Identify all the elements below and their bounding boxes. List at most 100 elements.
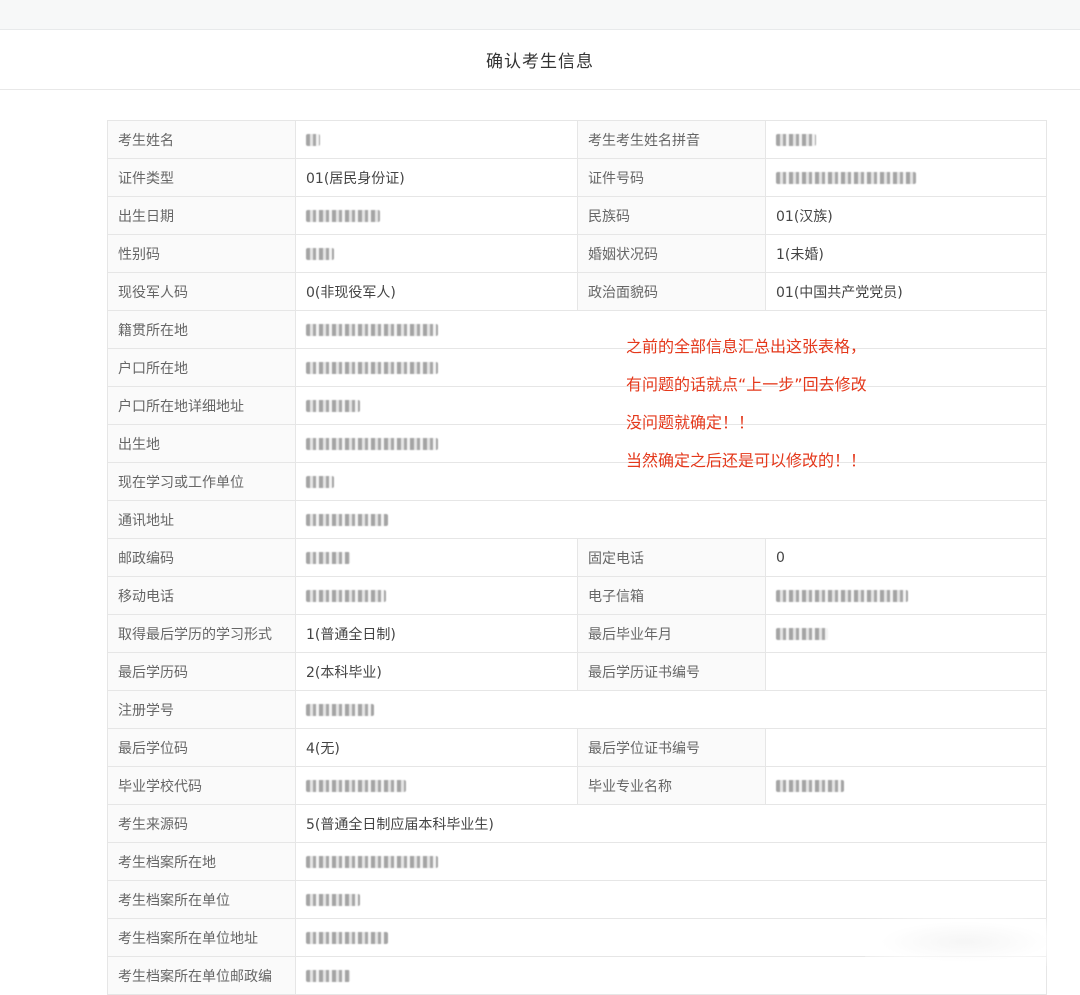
redacted-value — [306, 437, 438, 450]
field-label: 性别码 — [107, 234, 296, 273]
redacted-value — [306, 893, 360, 906]
field-value: 1(普通全日制) — [295, 614, 578, 653]
field-label: 民族码 — [577, 196, 766, 235]
field-label: 固定电话 — [577, 538, 766, 577]
field-label: 移动电话 — [107, 576, 296, 615]
field-value: 4(无) — [295, 728, 578, 767]
field-label: 现在学习或工作单位 — [107, 462, 296, 501]
blur-patch — [865, 918, 1065, 966]
field-value — [295, 576, 578, 615]
redacted-value — [306, 931, 388, 944]
redacted-value — [776, 133, 816, 146]
field-label: 证件号码 — [577, 158, 766, 197]
field-label: 毕业学校代码 — [107, 766, 296, 805]
table-row: 通讯地址 — [107, 500, 1047, 539]
field-label: 最后学历证书编号 — [577, 652, 766, 691]
redacted-value — [306, 247, 334, 260]
table-row: 移动电话 电子信箱 — [107, 576, 1047, 615]
field-label: 证件类型 — [107, 158, 296, 197]
redacted-value — [306, 779, 406, 792]
table-row: 邮政编码 固定电话 0 — [107, 538, 1047, 577]
field-value — [765, 766, 1047, 805]
field-value — [295, 196, 578, 235]
field-value: 0 — [765, 538, 1047, 577]
annotation-line: 之前的全部信息汇总出这张表格， — [626, 337, 867, 356]
table-row: 考生来源码 5(普通全日制应届本科毕业生) — [107, 804, 1047, 843]
field-value — [295, 766, 578, 805]
redacted-value — [776, 589, 908, 602]
table-row: 最后学历码 2(本科毕业) 最后学历证书编号 — [107, 652, 1047, 691]
redacted-value — [306, 323, 438, 336]
redacted-value — [776, 779, 844, 792]
field-label: 最后学位码 — [107, 728, 296, 767]
page-title: 确认考生信息 — [486, 52, 594, 72]
field-label: 婚姻状况码 — [577, 234, 766, 273]
field-label: 出生日期 — [107, 196, 296, 235]
redacted-value — [306, 399, 360, 412]
field-value — [765, 728, 1047, 767]
field-label: 取得最后学历的学习形式 — [107, 614, 296, 653]
field-value: 01(汉族) — [765, 196, 1047, 235]
table-row: 性别码 婚姻状况码 1(未婚) — [107, 234, 1047, 273]
field-value: 2(本科毕业) — [295, 652, 578, 691]
annotation: 之前的全部信息汇总出这张表格， 有问题的话就点“上一步”回去修改 没问题就确定！… — [626, 328, 1026, 480]
redacted-value — [306, 513, 388, 526]
field-value: 1(未婚) — [765, 234, 1047, 273]
table-row: 注册学号 — [107, 690, 1047, 729]
field-value — [295, 120, 578, 159]
redacted-value — [306, 551, 350, 564]
field-label: 考生档案所在单位 — [107, 880, 296, 919]
table-row: 出生日期 民族码 01(汉族) — [107, 196, 1047, 235]
redacted-value — [306, 209, 380, 222]
field-value: 01(居民身份证) — [295, 158, 578, 197]
top-strip — [0, 0, 1080, 30]
field-value: 0(非现役军人) — [295, 272, 578, 311]
field-label: 籍贯所在地 — [107, 310, 296, 349]
field-value — [295, 234, 578, 273]
field-value — [295, 880, 1047, 919]
field-label: 邮政编码 — [107, 538, 296, 577]
table-row: 考生档案所在单位 — [107, 880, 1047, 919]
table-row: 毕业学校代码 毕业专业名称 — [107, 766, 1047, 805]
redacted-value — [776, 627, 828, 640]
field-value — [295, 538, 578, 577]
field-label: 电子信箱 — [577, 576, 766, 615]
field-label: 注册学号 — [107, 690, 296, 729]
table-row: 现役军人码 0(非现役军人) 政治面貌码 01(中国共产党党员) — [107, 272, 1047, 311]
field-label: 通讯地址 — [107, 500, 296, 539]
redacted-value — [306, 589, 386, 602]
table-row: 证件类型 01(居民身份证) 证件号码 — [107, 158, 1047, 197]
field-label: 政治面貌码 — [577, 272, 766, 311]
field-label: 考生档案所在单位邮政编 — [107, 956, 296, 995]
field-value — [765, 652, 1047, 691]
redacted-value — [306, 475, 334, 488]
field-value — [765, 614, 1047, 653]
field-value — [295, 842, 1047, 881]
table-row: 考生姓名 考生考生姓名拼音 — [107, 120, 1047, 159]
table-row: 考生档案所在地 — [107, 842, 1047, 881]
field-value — [765, 158, 1047, 197]
field-value — [765, 576, 1047, 615]
redacted-value — [776, 171, 916, 184]
table-row: 取得最后学历的学习形式 1(普通全日制) 最后毕业年月 — [107, 614, 1047, 653]
field-value — [765, 120, 1047, 159]
field-label: 现役军人码 — [107, 272, 296, 311]
redacted-value — [306, 969, 350, 982]
field-label: 最后学历码 — [107, 652, 296, 691]
info-table: 考生姓名 考生考生姓名拼音 证件类型 01(居民身份证) 证件号码 出生日期 民族码 01(汉… — [107, 120, 1047, 995]
redacted-value — [306, 703, 374, 716]
field-label: 考生考生姓名拼音 — [577, 120, 766, 159]
field-label: 毕业专业名称 — [577, 766, 766, 805]
field-label: 考生档案所在单位地址 — [107, 918, 296, 957]
field-label: 户口所在地详细地址 — [107, 386, 296, 425]
field-value: 01(中国共产党党员) — [765, 272, 1047, 311]
field-label: 最后学位证书编号 — [577, 728, 766, 767]
field-label: 考生姓名 — [107, 120, 296, 159]
annotation-line: 当然确定之后还是可以修改的！！ — [626, 451, 867, 470]
redacted-value — [306, 855, 438, 868]
field-value — [295, 690, 1047, 729]
field-label: 出生地 — [107, 424, 296, 463]
annotation-line: 没问题就确定！！ — [626, 413, 755, 432]
field-label: 户口所在地 — [107, 348, 296, 387]
redacted-value — [306, 133, 320, 146]
